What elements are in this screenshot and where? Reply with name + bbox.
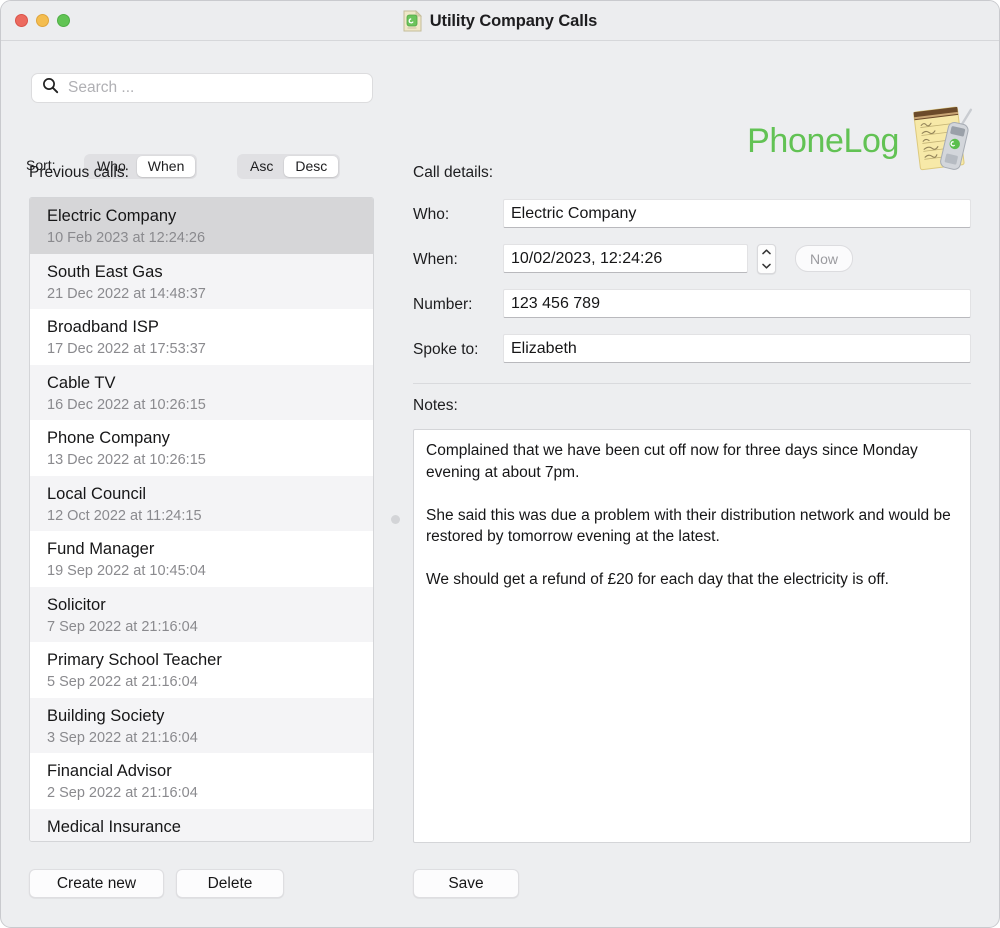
stepper-up-button[interactable]	[758, 245, 775, 259]
app-window: Utility Company Calls Sort: Who When Asc…	[0, 0, 1000, 928]
who-label: Who:	[413, 206, 450, 223]
close-button[interactable]	[15, 14, 28, 27]
call-list-item[interactable]: Building Society 3 Sep 2022 at 21:16:04	[30, 697, 373, 753]
call-list-item[interactable]: Cable TV 16 Dec 2022 at 10:26:15	[30, 364, 373, 420]
call-details-form: Who: When: Now Number: Spoke to:	[413, 197, 971, 377]
call-list-item-who: South East Gas	[47, 262, 163, 281]
window-titlebar: Utility Company Calls	[1, 1, 999, 41]
call-details-heading: Call details:	[413, 164, 494, 181]
previous-calls-list[interactable]: Electric Company 10 Feb 2023 at 12:24:26 S…	[29, 197, 374, 842]
call-list-item[interactable]: Solicitor 7 Sep 2022 at 21:16:04	[30, 586, 373, 642]
call-list-item-when: 2 Sep 2022 at 21:16:04	[47, 785, 198, 801]
call-list-item[interactable]: Primary School Teacher 5 Sep 2022 at 21:1…	[30, 642, 373, 698]
sort-descending-button[interactable]: Desc	[284, 156, 339, 177]
call-list-item-who: Phone Company	[47, 429, 170, 447]
notepad-phone-icon	[907, 103, 977, 180]
call-list-item-who: Cable TV	[47, 373, 116, 392]
call-list-item-who: Fund Manager	[47, 540, 155, 558]
when-input[interactable]	[503, 244, 748, 273]
call-list-item-who: Financial Advisor	[47, 762, 172, 780]
panel-splitter[interactable]	[386, 197, 404, 842]
who-field-row: Who:	[413, 197, 971, 242]
call-list-item-who: Primary School Teacher	[47, 651, 222, 669]
date-stepper[interactable]	[757, 244, 776, 274]
sort-by-when-button[interactable]: When	[136, 156, 196, 177]
previous-calls-heading: Previous calls:	[29, 164, 129, 181]
call-list-item[interactable]: Financial Advisor 2 Sep 2022 at 21:16:04	[30, 753, 373, 809]
call-list-item[interactable]: Medical Insurance 1 Sep 2022 at 21:16:04	[30, 808, 373, 842]
call-list-item-who: Electric Company	[47, 207, 177, 225]
call-list-item[interactable]: Broadband ISP 17 Dec 2022 at 17:53:37	[30, 309, 373, 365]
delete-button[interactable]: Delete	[176, 869, 284, 898]
call-list-item[interactable]: Electric Company 10 Feb 2023 at 12:24:26	[30, 198, 373, 254]
call-list-item-when: 19 Sep 2022 at 10:45:04	[47, 563, 206, 579]
create-new-button[interactable]: Create new	[29, 869, 164, 898]
document-icon	[403, 10, 422, 32]
search-icon	[42, 77, 59, 99]
call-list-item-who: Solicitor	[47, 595, 106, 614]
call-list-item-when: 16 Dec 2022 at 10:26:15	[47, 396, 206, 413]
call-list-item-who: Building Society	[47, 706, 165, 725]
when-label: When:	[413, 251, 458, 268]
call-list-item-when: 10 Feb 2023 at 12:24:26	[47, 230, 206, 246]
notes-divider	[413, 383, 971, 384]
number-label: Number:	[413, 296, 473, 313]
call-list-item-when: 21 Dec 2022 at 14:48:37	[47, 285, 206, 302]
when-field-row: When: Now	[413, 242, 971, 287]
call-list-item-when: 17 Dec 2022 at 17:53:37	[47, 341, 206, 357]
spoke-to-label: Spoke to:	[413, 341, 479, 358]
notes-label: Notes:	[413, 397, 458, 414]
who-input[interactable]	[503, 199, 971, 228]
call-list-item-when: 12 Oct 2022 at 11:24:15	[47, 507, 202, 524]
spoke-to-field-row: Spoke to:	[413, 332, 971, 377]
app-name-logo: PhoneLog	[747, 122, 899, 160]
number-field-row: Number:	[413, 287, 971, 332]
search-field[interactable]	[31, 73, 373, 103]
call-list-item-when: 13 Dec 2022 at 10:26:15	[47, 452, 206, 468]
call-list-item-who: Broadband ISP	[47, 318, 159, 336]
maximize-button[interactable]	[57, 14, 70, 27]
call-list-item-when: 1 Sep 2022 at 21:16:04	[47, 839, 373, 842]
call-list-item-who: Medical Insurance	[47, 817, 181, 836]
call-list-item-when: 5 Sep 2022 at 21:16:04	[47, 674, 198, 690]
number-input[interactable]	[503, 289, 971, 318]
now-button[interactable]: Now	[795, 245, 853, 272]
call-list-item[interactable]: South East Gas 21 Dec 2022 at 14:48:37	[30, 253, 373, 309]
stepper-down-button[interactable]	[758, 259, 775, 273]
toolbar: Sort: Who When Asc Desc PhoneLog	[1, 41, 999, 179]
call-list-item[interactable]: Fund Manager 19 Sep 2022 at 10:45:04	[30, 531, 373, 587]
minimize-button[interactable]	[36, 14, 49, 27]
search-input[interactable]	[68, 79, 348, 97]
notes-textarea[interactable]	[413, 429, 971, 843]
sort-ascending-button[interactable]: Asc	[239, 156, 284, 177]
window-title-group: Utility Company Calls	[1, 1, 999, 41]
call-list-item-who: Local Council	[47, 484, 147, 503]
save-button[interactable]: Save	[413, 869, 519, 898]
sort-direction-segmented-control[interactable]: Asc Desc	[237, 154, 341, 179]
call-list-item[interactable]: Phone Company 13 Dec 2022 at 10:26:15	[30, 420, 373, 476]
call-list-item-when: 3 Sep 2022 at 21:16:04	[47, 729, 198, 746]
window-title: Utility Company Calls	[429, 11, 598, 30]
spoke-to-input[interactable]	[503, 334, 971, 363]
call-list-item-when: 7 Sep 2022 at 21:16:04	[47, 618, 198, 635]
window-controls	[1, 14, 70, 27]
call-list-item[interactable]: Local Council 12 Oct 2022 at 11:24:15	[30, 475, 373, 531]
splitter-handle-icon	[390, 515, 400, 524]
app-branding: PhoneLog	[747, 103, 977, 180]
